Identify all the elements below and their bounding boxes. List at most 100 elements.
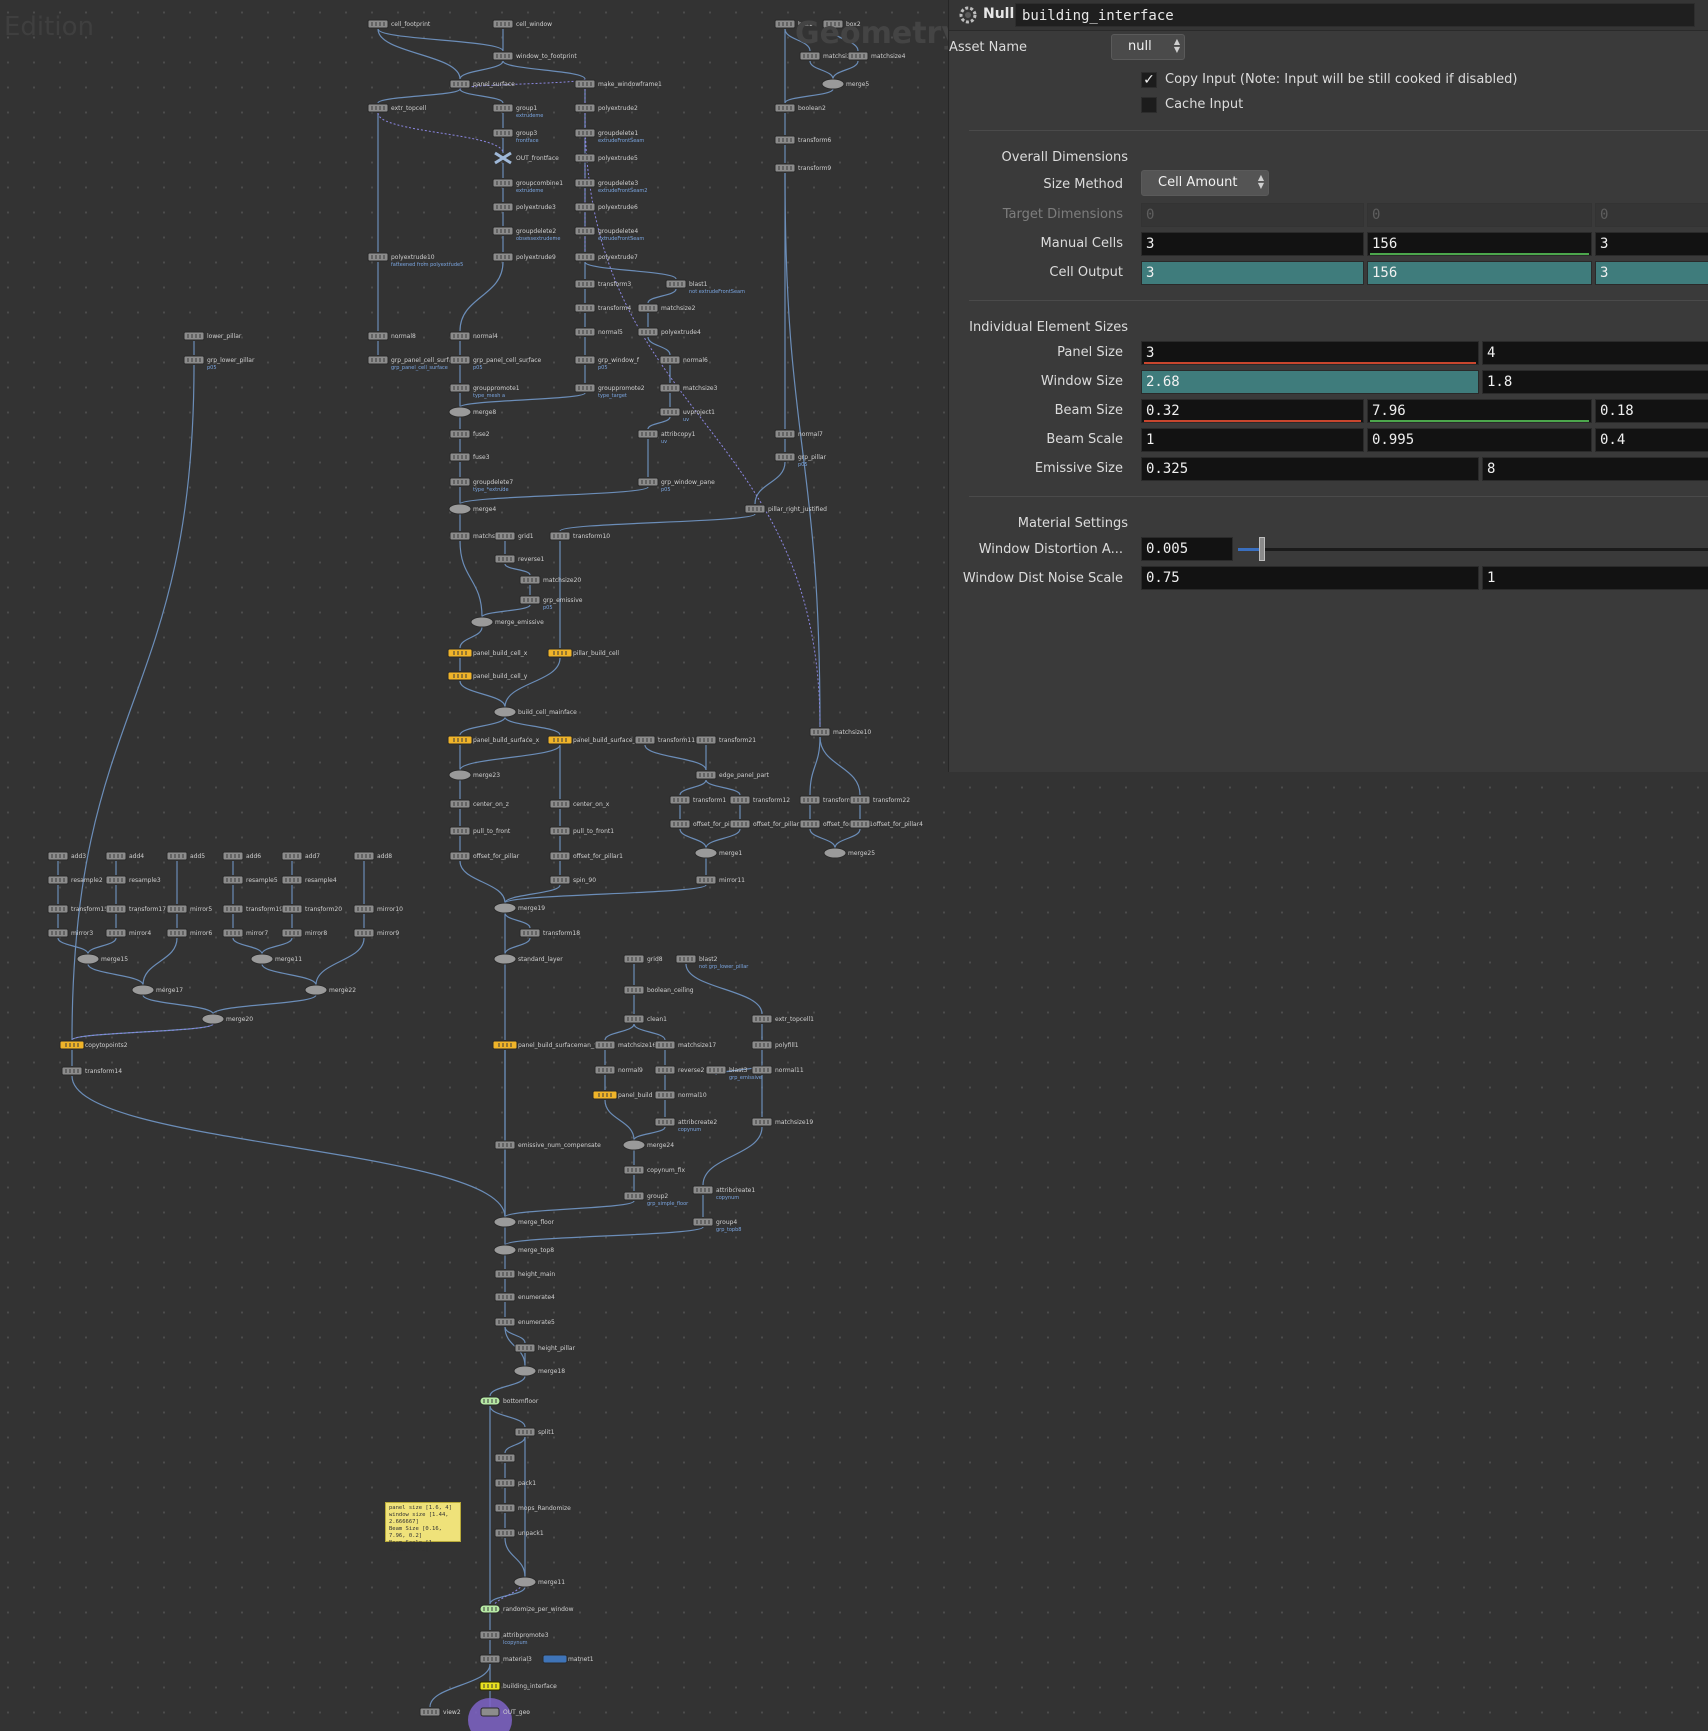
node-unpack1[interactable]: unpack1 <box>494 1528 544 1538</box>
node-mirror10[interactable]: mirror10 <box>353 904 403 914</box>
node-bottomfloor[interactable]: bottomfloor <box>479 1396 539 1406</box>
node-merge_floor[interactable]: merge_floor <box>493 1216 555 1228</box>
node-merge1[interactable]: merge1 <box>694 847 742 859</box>
node-transform9[interactable]: transform9 <box>774 163 831 173</box>
node-mirror3[interactable]: mirror3 <box>47 928 93 938</box>
node-merge20[interactable]: merge20 <box>201 1013 253 1025</box>
node-resample3[interactable]: resample3 <box>105 875 161 885</box>
node-box2[interactable]: box2 <box>822 19 861 29</box>
node-uvproject1[interactable]: uvproject1uv <box>659 407 715 423</box>
beam-scale-x[interactable]: 1 <box>1141 428 1364 452</box>
node-transform19[interactable]: transform19 <box>222 904 283 914</box>
node-offset_for_pillar1b[interactable]: offset_for_pillar1 <box>549 851 623 861</box>
node-standard_layer[interactable]: standard_layer <box>493 953 563 965</box>
node-edge_panel_part[interactable]: edge_panel_part <box>695 770 770 780</box>
node-split1[interactable]: split1 <box>514 1427 555 1437</box>
node-pull_to_front1[interactable]: pull_to_front1 <box>549 826 614 836</box>
node-add3[interactable]: add3 <box>47 851 86 861</box>
node-transform12[interactable]: transform12 <box>729 795 790 805</box>
node-polyextrude10[interactable]: polyextrude10fatteened from polyextrude5 <box>367 252 463 268</box>
node-transform17[interactable]: transform17 <box>105 904 166 914</box>
node-merge5[interactable]: merge5 <box>821 78 869 90</box>
node-reverse1[interactable]: reverse1 <box>494 554 545 564</box>
gear-icon[interactable] <box>959 6 977 24</box>
node-group3[interactable]: group3frontface <box>492 128 539 144</box>
node-panel_build_surfaceman_y[interactable]: panel_build_surfaceman_y <box>492 1040 598 1050</box>
node-merge17[interactable]: merge17 <box>131 984 183 996</box>
cell-output-z[interactable]: 3 <box>1595 261 1708 285</box>
node-polyextrude7[interactable]: polyextrude7 <box>574 252 638 262</box>
node-mirror4[interactable]: mirror4 <box>105 928 151 938</box>
node-normal9[interactable]: normal9 <box>594 1065 643 1075</box>
node-grp_lower_pillar[interactable]: grp_lower_pillarp05 <box>183 355 255 371</box>
node-make_windowframe1[interactable]: make_windowframe1 <box>574 79 662 89</box>
node-merge22[interactable]: merge22 <box>304 984 356 996</box>
node-grp_panel_cell_surface[interactable]: grp_panel_cell_surfacegrp_panel_cell_sur… <box>367 355 460 371</box>
node-blast1[interactable]: blast1not extrudeFrontSeam <box>665 279 745 295</box>
node-clean1[interactable]: clean1 <box>623 1014 667 1024</box>
emissive-size-x[interactable]: 0.325 <box>1141 457 1479 481</box>
node-merge19[interactable]: merge19 <box>493 902 545 914</box>
node-add4[interactable]: add4 <box>105 851 144 861</box>
node-emissive_num_compensate[interactable]: emissive_num_compensate <box>494 1140 601 1150</box>
node-resample4[interactable]: resample4 <box>281 875 337 885</box>
node-randomize_per_window[interactable]: randomize_per_window <box>479 1604 574 1614</box>
node-building_interface[interactable]: building_interface <box>479 1681 557 1691</box>
node-copytopoints2[interactable]: copytopoints2 <box>59 1040 128 1050</box>
node-offset_for_pillar[interactable]: offset_for_pillar <box>449 851 520 861</box>
node-merge25[interactable]: merge25 <box>823 847 875 859</box>
copy-input-checkbox[interactable]: ✓ <box>1141 72 1157 88</box>
node-transform18[interactable]: transform18 <box>519 928 580 938</box>
node-grp_panel_cell_surface2[interactable]: grp_panel_cell_surfacep05 <box>449 355 542 371</box>
beam-size-z[interactable]: 0.18 <box>1595 399 1708 423</box>
node-panel_surface[interactable]: panel_surface <box>449 79 515 89</box>
beam-scale-y[interactable]: 0.995 <box>1367 428 1592 452</box>
node-transform1[interactable]: transform1 <box>669 795 726 805</box>
node-mirror6[interactable]: mirror6 <box>166 928 212 938</box>
node-mirror8[interactable]: mirror8 <box>281 928 327 938</box>
node-grouppromote2[interactable]: grouppromote2type_target <box>574 383 645 399</box>
node-matchsize19[interactable]: matchsize19 <box>751 1117 813 1127</box>
node-normal8[interactable]: normal8 <box>367 331 416 341</box>
node-offset_for_pillar3[interactable]: offset_for_pillar3 <box>729 819 803 829</box>
node-merge18[interactable]: merge18 <box>513 1365 565 1377</box>
node-reverse2[interactable]: reverse2 <box>654 1065 705 1075</box>
sticky-note[interactable]: panel size [1.6, 4] window size [1.44, 2… <box>385 1502 461 1553</box>
node-group4[interactable]: group4grp_topb8 <box>692 1217 741 1233</box>
node-polyfill1[interactable]: polyfill1 <box>751 1040 799 1050</box>
node-normal5[interactable]: normal5 <box>574 327 623 337</box>
node-merge_emissive[interactable]: merge_emissive <box>470 616 544 628</box>
node-mirror9[interactable]: mirror9 <box>353 928 399 938</box>
node-pull_to_front[interactable]: pull_to_front <box>449 826 511 836</box>
node-height_main[interactable]: height_main <box>494 1269 555 1279</box>
node-attribcreate1[interactable]: attribcreate1copynum <box>692 1185 755 1201</box>
node-grp_emissive[interactable]: grp_emissivep05 <box>519 595 583 611</box>
node-assemble1[interactable] <box>494 1453 516 1463</box>
node-boolean2[interactable]: boolean2 <box>774 103 826 113</box>
node-enumerate5[interactable]: enumerate5 <box>494 1317 555 1327</box>
node-matchsize16[interactable]: matchsize16 <box>594 1040 656 1050</box>
node-add8[interactable]: add8 <box>353 851 392 861</box>
node-matnet1[interactable]: matnet1 <box>542 1654 594 1664</box>
node-build_cell_mainface[interactable]: build_cell_mainface <box>493 706 577 718</box>
node-add5[interactable]: add5 <box>166 851 205 861</box>
node-matchsize20[interactable]: matchsize20 <box>519 575 581 585</box>
node-attribcreate2[interactable]: attribcreate2copynum <box>654 1117 717 1133</box>
node-merge23[interactable]: merge23 <box>448 769 500 781</box>
node-cell_window[interactable]: cell_window <box>492 19 552 29</box>
asset-name-menu[interactable]: null ▲ ▼ <box>1111 34 1185 60</box>
node-panel_build_cell_x[interactable]: panel_build_cell_x <box>447 648 528 658</box>
node-pillar_right_justified[interactable]: pillar_right_justified <box>744 504 827 514</box>
window-noise-y[interactable]: 1 <box>1482 566 1708 590</box>
node-grp_pillar[interactable]: grp_pillarp05 <box>774 452 827 468</box>
node-resample5[interactable]: resample5 <box>222 875 278 885</box>
node-transform6[interactable]: transform6 <box>774 135 831 145</box>
node-normal4[interactable]: normal4 <box>449 331 498 341</box>
network-graph[interactable]: cell_footprint cell_window window_to_footp… <box>0 0 948 1731</box>
node-polyextrude9[interactable]: polyextrude9 <box>492 252 556 262</box>
panel-size-y[interactable]: 4 <box>1482 341 1708 365</box>
node-attribcopy1[interactable]: attribcopy1uv <box>637 429 696 445</box>
node-center_on_x[interactable]: center_on_x <box>549 799 610 809</box>
manual-cells-x[interactable]: 3 <box>1141 232 1364 256</box>
node-boolean_ceiling[interactable]: boolean_ceiling <box>623 985 694 995</box>
